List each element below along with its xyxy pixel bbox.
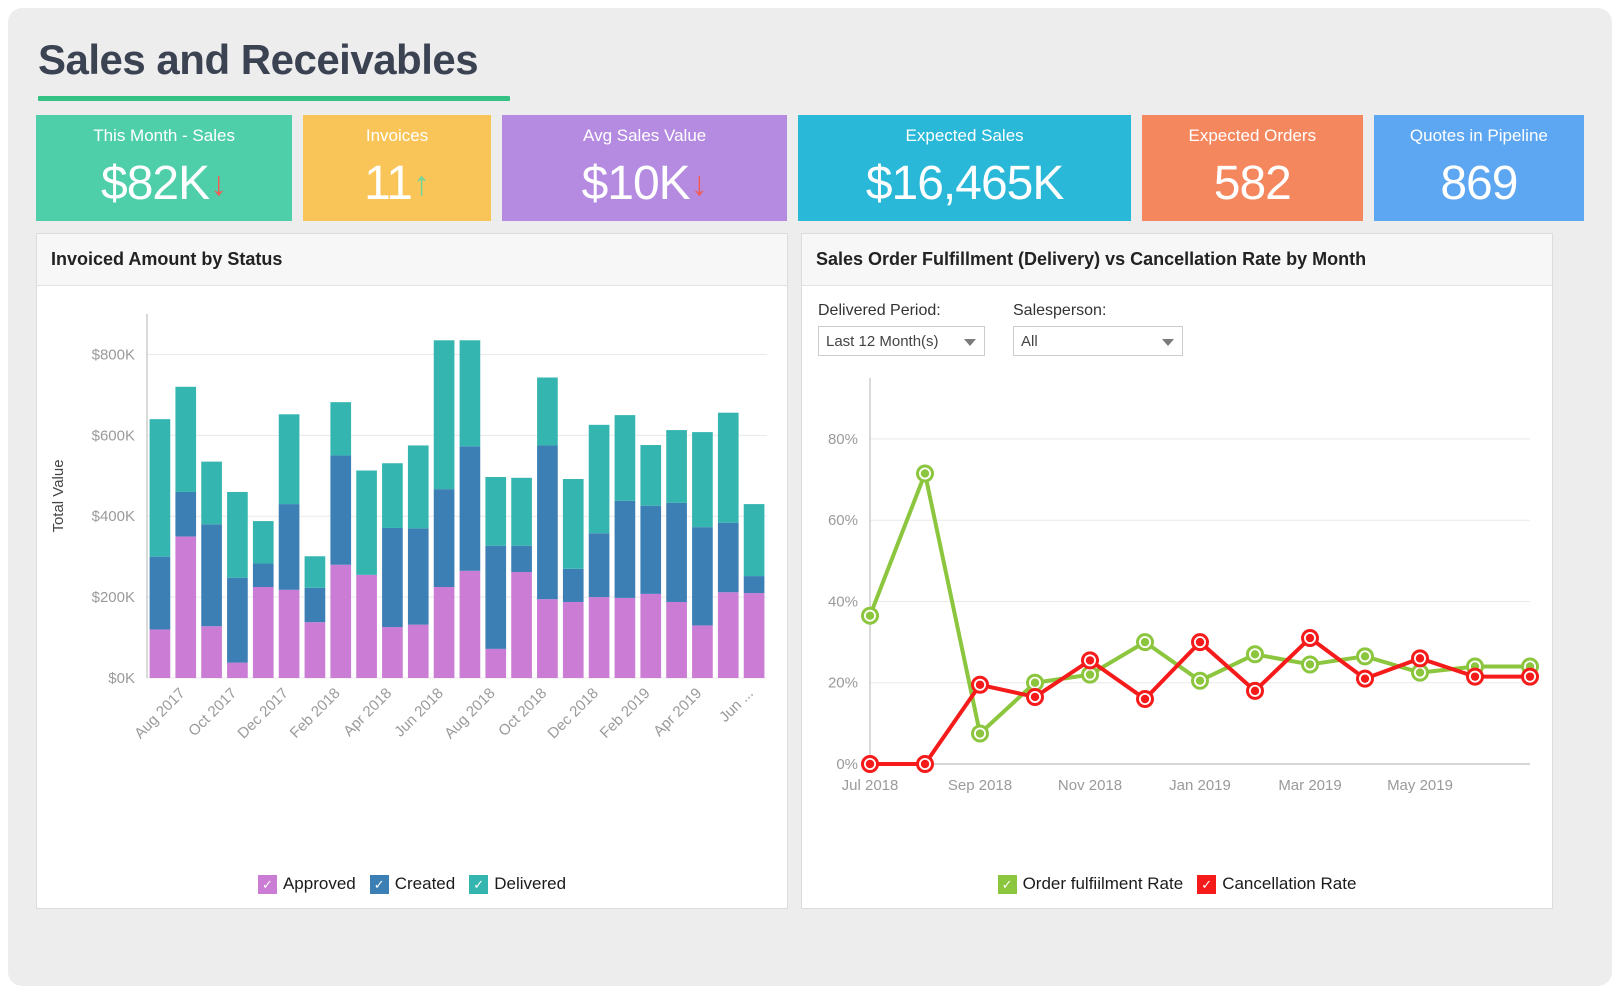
svg-text:$200K: $200K	[92, 589, 135, 606]
svg-text:Dec 2018: Dec 2018	[544, 685, 601, 742]
panel-header: Invoiced Amount by Status	[37, 234, 787, 287]
salesperson-control: Salesperson: All	[1013, 302, 1183, 357]
legend-item-delivered[interactable]: ✓ Delivered	[469, 874, 566, 894]
svg-text:$0K: $0K	[108, 670, 135, 687]
svg-text:Apr 2019: Apr 2019	[650, 685, 705, 740]
dashboard-header: Sales and Receivables	[8, 8, 1612, 102]
kpi-value: 869	[1440, 157, 1518, 211]
svg-text:40%: 40%	[828, 594, 858, 611]
bar-chart-legend: ✓ Approved ✓ Created ✓ Delivered	[37, 874, 787, 894]
kpi-card-row: This Month - Sales $82K ↓ Invoices 11 ↑ …	[8, 101, 1612, 222]
svg-text:Sep 2018: Sep 2018	[948, 777, 1012, 794]
svg-text:Nov 2018: Nov 2018	[1058, 777, 1122, 794]
svg-text:Oct 2018: Oct 2018	[495, 685, 550, 740]
svg-text:Dec 2017: Dec 2017	[234, 685, 291, 742]
legend-checkbox-approved[interactable]: ✓	[257, 874, 277, 894]
kpi-label: Expected Sales	[905, 126, 1024, 146]
svg-text:Aug 2017: Aug 2017	[131, 685, 188, 742]
delivered-period-label: Delivered Period:	[818, 302, 941, 320]
kpi-card-avg-sales-value[interactable]: Avg Sales Value $10K ↓	[501, 115, 788, 222]
svg-text:Jul 2018: Jul 2018	[842, 777, 899, 794]
svg-text:80%: 80%	[828, 431, 858, 448]
kpi-card-expected-sales[interactable]: Expected Sales $16,465K	[798, 115, 1131, 222]
legend-label: Cancellation Rate	[1222, 874, 1357, 894]
salesperson-select[interactable]: All	[1013, 326, 1183, 357]
legend-checkbox-delivered[interactable]: ✓	[469, 874, 489, 894]
kpi-value-wrap: 11 ↑	[303, 148, 491, 221]
svg-text:$600K: $600K	[92, 427, 135, 444]
svg-text:20%: 20%	[828, 675, 858, 692]
legend-checkbox-cancellation-rate[interactable]: ✓	[1197, 874, 1217, 894]
svg-text:Apr 2018: Apr 2018	[340, 685, 395, 740]
panel-invoiced-amount: Invoiced Amount by Status $0K $200K $400K $…	[36, 233, 788, 910]
svg-text:60%: 60%	[828, 512, 858, 529]
svg-text:$400K: $400K	[92, 508, 135, 525]
legend-item-approved[interactable]: ✓ Approved	[257, 874, 356, 894]
legend-label: Delivered	[494, 874, 567, 894]
svg-text:Feb 2019: Feb 2019	[597, 685, 654, 742]
kpi-value-wrap: 869	[1374, 148, 1584, 221]
dashboard-page: Sales and Receivables This Month - Sales…	[8, 8, 1612, 986]
panel-row: Invoiced Amount by Status $0K $200K $400K $…	[8, 221, 1612, 910]
delivered-period-control: Delivered Period: Last 12 Month(s)	[818, 302, 985, 357]
svg-text:Oct 2017: Oct 2017	[185, 685, 240, 740]
panel-header: Sales Order Fulfillment (Delivery) vs Ca…	[802, 234, 1552, 287]
legend-checkbox-created[interactable]: ✓	[369, 874, 389, 894]
panel-title: Sales Order Fulfillment (Delivery) vs Ca…	[816, 249, 1367, 270]
chevron-down-icon	[1162, 339, 1174, 347]
legend-label: Created	[394, 874, 456, 894]
kpi-card-quotes-in-pipeline[interactable]: Quotes in Pipeline 869	[1373, 115, 1584, 222]
svg-text:Feb 2018: Feb 2018	[287, 685, 344, 742]
legend-item-order-fulfillment-rate[interactable]: ✓ Order fulfiilment Rate	[997, 874, 1184, 894]
kpi-label: Quotes in Pipeline	[1409, 126, 1548, 146]
kpi-value: $16,465K	[865, 157, 1065, 211]
svg-text:Mar 2019: Mar 2019	[1278, 777, 1341, 794]
svg-text:Aug 2018: Aug 2018	[441, 685, 498, 742]
kpi-value: $82K	[101, 157, 210, 211]
legend-label: Order fulfiilment Rate	[1022, 874, 1184, 894]
filter-controls: Delivered Period: Last 12 Month(s) Sales…	[802, 286, 1552, 357]
kpi-value: 11	[364, 157, 413, 211]
kpi-label: Expected Orders	[1188, 126, 1317, 146]
trend-down-icon: ↓	[690, 165, 708, 204]
svg-text:0%: 0%	[836, 756, 858, 773]
salesperson-label: Salesperson:	[1013, 302, 1107, 320]
chevron-down-icon	[964, 339, 976, 347]
panel-body: $0K $200K $400K $600K $800K Total Value Aug 20…	[37, 286, 787, 908]
trend-down-icon: ↓	[210, 165, 228, 204]
panel-title: Invoiced Amount by Status	[51, 249, 283, 270]
kpi-label: Avg Sales Value	[583, 126, 707, 146]
svg-text:Jun 2018: Jun 2018	[391, 685, 447, 741]
legend-checkbox-order-fulfillment-rate[interactable]: ✓	[997, 874, 1017, 894]
kpi-label: This Month - Sales	[93, 126, 235, 146]
kpi-value-wrap: 582	[1142, 148, 1363, 221]
svg-text:Jan 2019: Jan 2019	[1169, 777, 1231, 794]
kpi-value: 582	[1213, 157, 1292, 211]
page-title: Sales and Receivables	[38, 36, 479, 83]
panel-body: Delivered Period: Last 12 Month(s) Sales…	[802, 286, 1552, 908]
svg-text:Jun ...: Jun ...	[716, 685, 757, 726]
salesperson-value: All	[1021, 332, 1038, 350]
kpi-value-wrap: $10K ↓	[502, 148, 788, 221]
legend-label: Approved	[282, 874, 356, 894]
kpi-card-expected-orders[interactable]: Expected Orders 582	[1141, 115, 1363, 222]
fulfillment-cancellation-line-chart[interactable]: 0% 20% 40% 60% 80% Jul 2018 Sep 2018 Nov 2018 Ja…	[802, 356, 1552, 826]
trend-up-icon: ↑	[412, 165, 430, 204]
kpi-card-this-month-sales[interactable]: This Month - Sales $82K ↓	[36, 115, 293, 222]
legend-item-cancellation-rate[interactable]: ✓ Cancellation Rate	[1197, 874, 1356, 894]
svg-text:$800K: $800K	[92, 347, 135, 364]
delivered-period-select[interactable]: Last 12 Month(s)	[818, 326, 985, 357]
panel-fulfillment-vs-cancellation: Sales Order Fulfillment (Delivery) vs Ca…	[801, 233, 1553, 910]
svg-text:Total Value: Total Value	[50, 460, 67, 533]
kpi-label: Invoices	[365, 126, 429, 146]
kpi-card-invoices[interactable]: Invoices 11 ↑	[303, 115, 491, 222]
svg-text:May 2019: May 2019	[1387, 777, 1453, 794]
delivered-period-value: Last 12 Month(s)	[826, 332, 939, 350]
kpi-value-wrap: $82K ↓	[36, 148, 292, 221]
invoiced-amount-bar-chart[interactable]: $0K $200K $400K $600K $800K Total Value Aug 20…	[37, 286, 787, 846]
legend-item-created[interactable]: ✓ Created	[369, 874, 456, 894]
kpi-value: $10K	[581, 157, 691, 211]
kpi-value-wrap: $16,465K	[798, 148, 1130, 221]
line-chart-legend: ✓ Order fulfiilment Rate ✓ Cancellation …	[802, 874, 1552, 894]
